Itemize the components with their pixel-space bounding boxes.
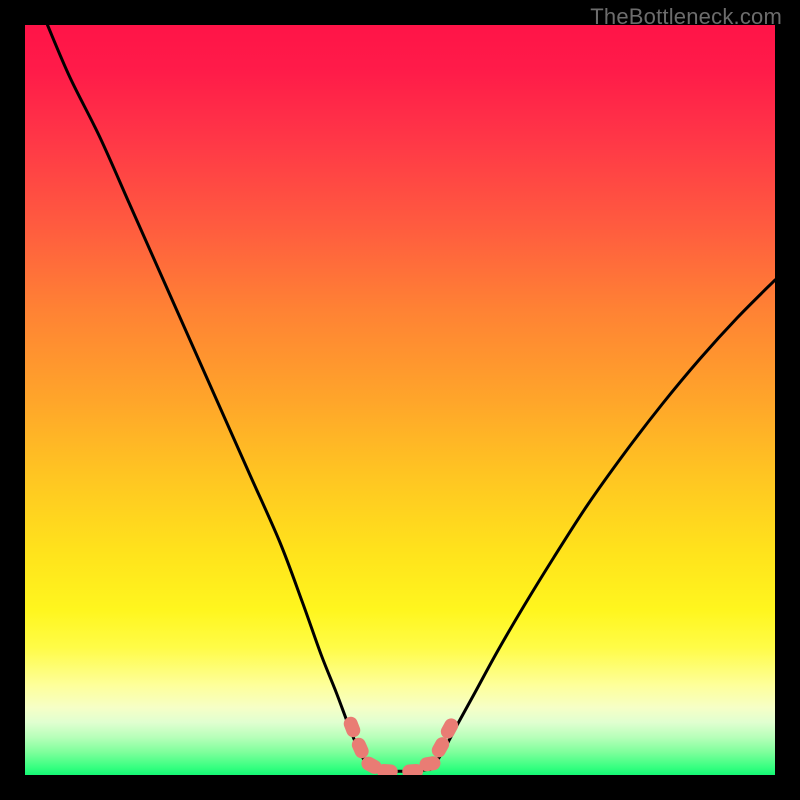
bottleneck-curve: [48, 25, 776, 771]
curve-layer: [25, 25, 775, 775]
chart-frame: TheBottleneck.com: [0, 0, 800, 800]
watermark-text: TheBottleneck.com: [590, 4, 782, 30]
plot-area: [25, 25, 775, 775]
